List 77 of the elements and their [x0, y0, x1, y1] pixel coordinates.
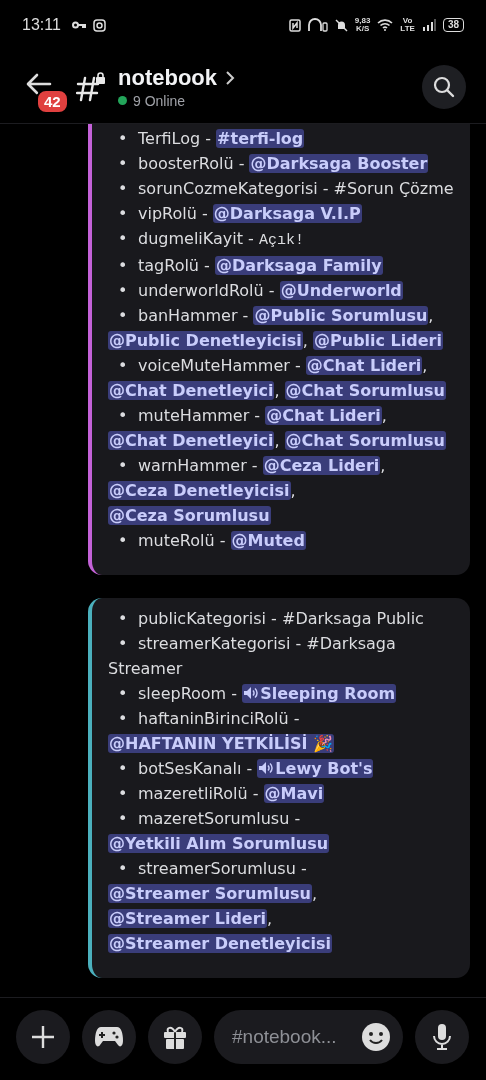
- list-item: • muteRolü - @Muted: [117, 530, 307, 552]
- gift-icon: [162, 1024, 188, 1050]
- chevron-icon[interactable]: [225, 70, 235, 85]
- gamepad-icon: [94, 1025, 124, 1049]
- plus-icon: [30, 1024, 56, 1050]
- list-item: • vipRolü - @Darksaga V.I.P: [117, 203, 363, 225]
- locked-channel-icon: [76, 71, 106, 102]
- voice-channel-link[interactable]: Lewy Bot's: [257, 759, 374, 778]
- emoji-icon[interactable]: [361, 1022, 391, 1052]
- gamepad-button[interactable]: [82, 1010, 136, 1064]
- online-dot: [118, 96, 127, 105]
- add-button[interactable]: [16, 1010, 70, 1064]
- list-item: • muteHammer - @Chat Lideri, @Chat Denetleyici, @Chat Sorumlusu: [108, 405, 447, 452]
- search-icon: [433, 75, 455, 98]
- network-speed: 9,83 K/S: [354, 17, 371, 33]
- list-item: • underworldRolü - @Underworld: [117, 280, 404, 302]
- list-item: • mazeretliRolü - @Mavi: [117, 783, 326, 805]
- list-item: • streamerSorumlusu - @Streamer Sorumlusu, @Streamer Lideri, @Streamer Denetleyicisi: [108, 858, 333, 955]
- role-mention-link[interactable]: @Mavi: [263, 784, 325, 803]
- volte-indicator: Vo LTE: [400, 17, 415, 33]
- role-mention-link[interactable]: @Chat Denetleyici: [108, 381, 275, 400]
- list-item: • banHammer - @Public Sorumlusu, @Public Denetleyicisi, @Public Lideri: [108, 305, 444, 352]
- microphone-icon: [431, 1023, 453, 1051]
- headphones-icon: [307, 18, 328, 32]
- speaker-icon: [243, 686, 260, 700]
- channel-title[interactable]: notebook: [118, 64, 217, 91]
- muted-bell-icon: [334, 18, 348, 32]
- signal-icon: [421, 19, 436, 31]
- search-button[interactable]: [422, 64, 466, 109]
- list-item: • dugmeliKayit - Açık!: [117, 228, 305, 251]
- role-mention-link[interactable]: @Darksaga Family: [214, 256, 383, 275]
- list-item: • tagRolü - @Darksaga Family: [117, 255, 384, 277]
- battery-indicator: 38: [442, 18, 464, 32]
- camera-icon: [92, 18, 106, 32]
- list-item: • botSesKanalı - Lewy Bot's: [117, 758, 375, 780]
- role-mention-link[interactable]: @Streamer Sorumlusu: [108, 884, 312, 903]
- gift-button[interactable]: [148, 1010, 202, 1064]
- role-mention-link[interactable]: @Chat Lideri: [265, 406, 382, 425]
- role-mention-link[interactable]: @Chat Denetleyici: [108, 431, 275, 450]
- message-input[interactable]: #notebook...: [214, 1010, 403, 1064]
- role-mention-link[interactable]: @Darksaga Booster: [249, 154, 429, 173]
- role-mention-link[interactable]: @Chat Sorumlusu: [284, 431, 446, 450]
- role-mention-link[interactable]: @Chat Sorumlusu: [284, 381, 446, 400]
- channel-link[interactable]: #terfi-log: [216, 129, 305, 148]
- role-mention-link[interactable]: @Public Denetleyicisi: [108, 331, 303, 350]
- online-count: 9 Online: [133, 92, 186, 109]
- list-item: • mazeretSorumlusu - @Yetkili Alım Sorumlusu: [108, 808, 331, 855]
- role-mention-link[interactable]: @Public Sorumlusu: [253, 306, 429, 325]
- nfc-icon: [288, 18, 301, 32]
- speaker-icon: [258, 761, 275, 775]
- role-mention-link[interactable]: @Ceza Lideri: [262, 456, 381, 475]
- microphone-button[interactable]: [415, 1010, 469, 1064]
- role-mention-link[interactable]: @Streamer Lideri: [108, 909, 268, 928]
- list-item: • sorunCozmeKategorisi - #Sorun Çözme: [117, 178, 454, 200]
- list-item: • sleepRoom - Sleeping Room: [117, 683, 398, 705]
- role-mention-link[interactable]: @Ceza Denetleyicisi: [108, 481, 291, 500]
- role-mention-link[interactable]: @Streamer Denetleyicisi: [108, 934, 332, 953]
- unread-badge: 42: [36, 88, 69, 114]
- list-item: • voiceMuteHammer - @Chat Lideri, @Chat Denetleyici, @Chat Sorumlusu: [108, 355, 447, 402]
- wifi-icon: [377, 19, 394, 31]
- list-item: • publicKategorisi - #Darksaga Public: [117, 608, 425, 630]
- list-item: • haftaninBirinciRolü - @HAFTANIN YETKİLİSİ 🎉: [108, 708, 336, 755]
- voice-channel-link[interactable]: Sleeping Room: [242, 684, 397, 703]
- role-mention-link[interactable]: @HAFTANIN YETKİLİSİ 🎉: [108, 734, 335, 753]
- role-mention-link[interactable]: @Muted: [230, 531, 306, 550]
- back-arrow-icon[interactable]: [26, 72, 52, 95]
- role-mention-link[interactable]: @Ceza Sorumlusu: [108, 506, 271, 525]
- list-item: • TerfiLog - #terfi-log: [117, 128, 306, 150]
- list-item: • boosterRolü - @Darksaga Booster: [117, 153, 430, 175]
- role-mention-link[interactable]: @Darksaga V.I.P: [212, 204, 362, 223]
- list-item: • warnHammer - @Ceza Lideri, @Ceza Denetleyicisi, @Ceza Sorumlusu: [108, 455, 387, 527]
- role-mention-link[interactable]: @Underworld: [279, 281, 403, 300]
- role-mention-link[interactable]: @Yetkili Alım Sorumlusu: [108, 834, 330, 853]
- role-mention-link[interactable]: @Chat Lideri: [305, 356, 423, 375]
- role-mention-link[interactable]: @Public Lideri: [313, 331, 443, 350]
- status-time: 13:11: [22, 16, 61, 34]
- key-icon: [71, 21, 86, 29]
